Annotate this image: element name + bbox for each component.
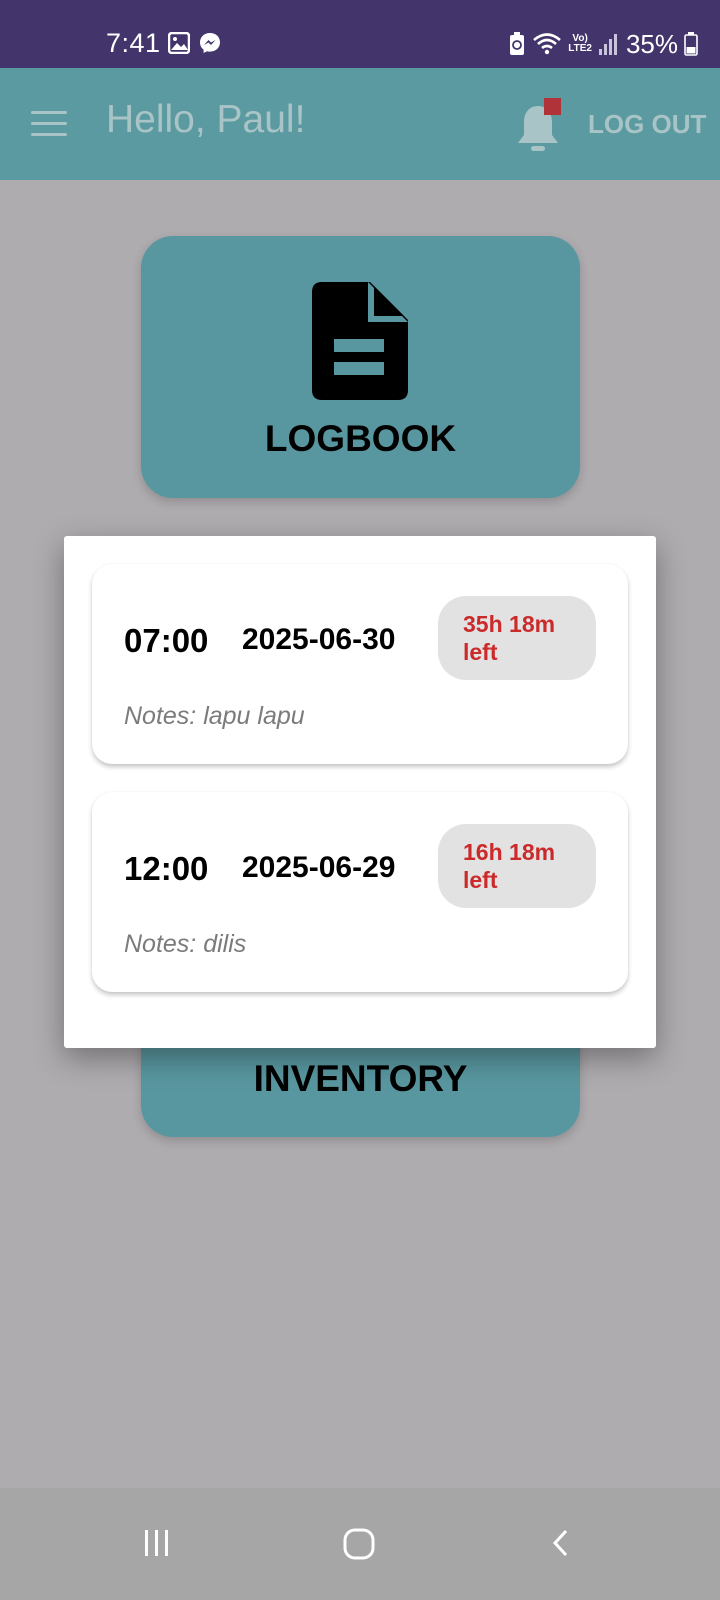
status-bar: 7:41 Vo) LTE2 35% — [0, 0, 720, 68]
logbook-label: LOGBOOK — [264, 418, 457, 459]
system-nav-bar — [0, 1488, 720, 1600]
greeting-title: Hello, Paul! — [106, 98, 306, 141]
logout-button[interactable]: LOG OUT — [588, 109, 706, 140]
logbook-card[interactable]: LOGBOOK — [141, 236, 580, 498]
messenger-icon — [200, 33, 220, 53]
notification-badge — [544, 98, 561, 115]
list-item[interactable]: 07:00 2025-06-30 35h 18m left Notes: lap… — [92, 564, 628, 764]
back-icon[interactable] — [550, 1528, 570, 1558]
time-left-value: 16h 18m — [463, 839, 556, 865]
system-tray: Vo) LTE2 35% — [502, 29, 698, 59]
lte-line2: LTE2 — [568, 43, 592, 54]
entry-time: 07:00 — [124, 622, 209, 659]
signal-icon — [598, 34, 617, 55]
list-item[interactable]: 12:00 2025-06-29 16h 18m left Notes: dil… — [92, 792, 628, 992]
battery-icon — [684, 32, 698, 56]
time-left-suffix: left — [463, 639, 498, 665]
notification-button[interactable] — [515, 98, 565, 153]
entry-time: 12:00 — [124, 850, 209, 887]
entry-notes: Notes: lapu lapu — [124, 702, 305, 730]
entry-date: 2025-06-29 — [242, 851, 396, 884]
notifications-popup: 07:00 2025-06-30 35h 18m left Notes: lap… — [64, 536, 656, 1048]
document-icon — [312, 282, 408, 400]
app-bar: Hello, Paul! LOG OUT — [0, 68, 720, 180]
time-left-badge: 35h 18m left — [438, 596, 596, 680]
status-time: 7:41 — [106, 28, 161, 58]
wifi-icon — [533, 33, 562, 55]
entry-date: 2025-06-30 — [242, 623, 396, 656]
lte-indicator: Vo) LTE2 — [568, 34, 592, 54]
time-left-value: 35h 18m — [463, 611, 556, 637]
battery-saver-icon — [510, 32, 525, 55]
time-left-suffix: left — [463, 867, 498, 893]
entry-notes: Notes: dilis — [124, 930, 247, 958]
battery-percent: 35% — [625, 28, 678, 59]
time-left-badge: 16h 18m left — [438, 824, 596, 908]
recents-icon[interactable] — [142, 1528, 172, 1558]
gallery-icon — [168, 32, 190, 54]
menu-icon[interactable] — [31, 111, 67, 137]
inventory-label: INVENTORY — [253, 1058, 468, 1099]
home-icon[interactable] — [343, 1528, 375, 1560]
